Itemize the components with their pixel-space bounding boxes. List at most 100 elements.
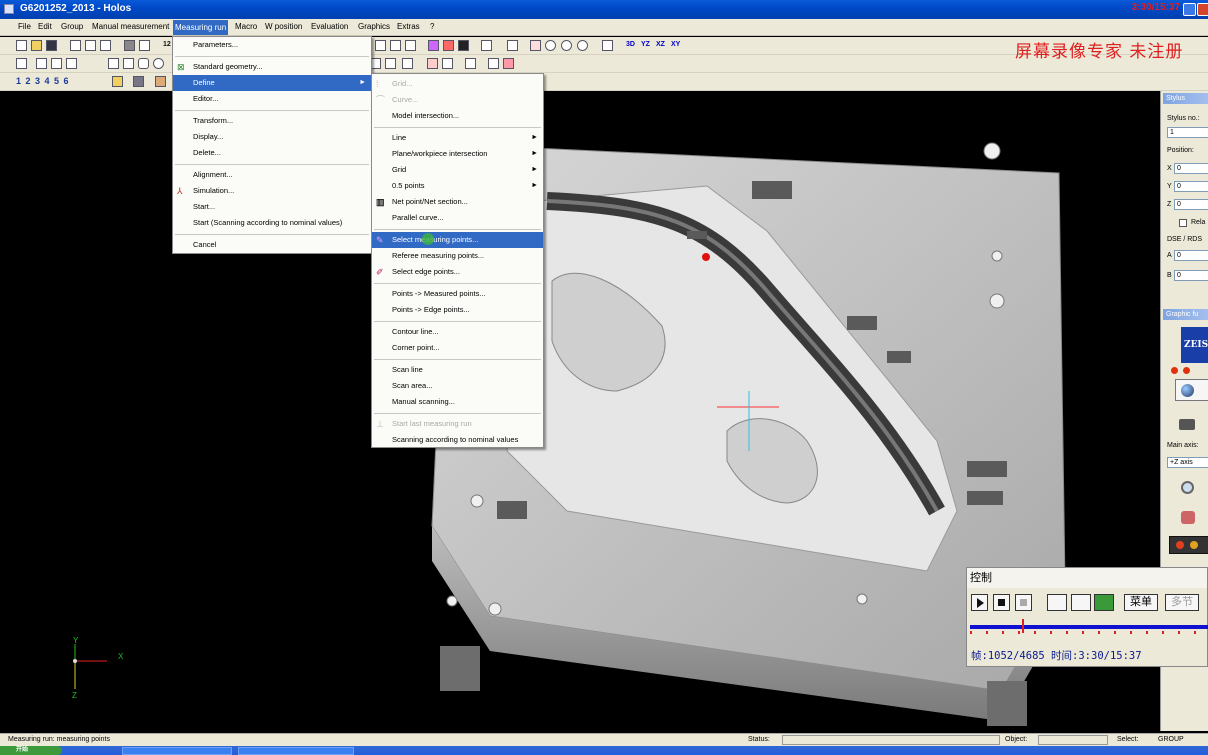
taskbar-item[interactable] <box>238 747 354 755</box>
main-axis-select[interactable]: +Z axis <box>1167 457 1208 468</box>
rectangle-icon[interactable] <box>123 58 134 69</box>
undo-icon[interactable] <box>51 58 62 69</box>
menu-evaluation[interactable]: Evaluation <box>311 22 348 31</box>
view-yz-button[interactable]: YZ <box>641 41 650 48</box>
menu-item-scan-area[interactable]: Scan area... <box>372 378 543 394</box>
z-position-field[interactable]: 0 <box>1174 199 1208 210</box>
menu-manual-measurement[interactable]: Manual measurement <box>92 22 169 31</box>
b-angle-field[interactable]: 0 <box>1174 270 1208 281</box>
camera-icon[interactable] <box>1179 419 1195 430</box>
menu-item-manual-scanning[interactable]: Manual scanning... <box>372 394 543 410</box>
pen-icon[interactable] <box>16 58 27 69</box>
menu-button[interactable]: 菜单 <box>1124 594 1158 611</box>
folder-icon[interactable] <box>112 76 123 87</box>
menu-item-simulation[interactable]: ⅄ Simulation... <box>173 183 371 199</box>
multi-section-button[interactable]: 多节 <box>1165 594 1199 611</box>
menu-item-line[interactable]: Line ► <box>372 130 543 146</box>
menu-item-cancel[interactable]: Cancel <box>173 237 371 253</box>
menu-item-referee-measuring-points[interactable]: Referee measuring points... <box>372 248 543 264</box>
view-3d-button[interactable]: 3D <box>626 41 635 48</box>
axis-up-icon[interactable] <box>530 40 541 51</box>
number-buttons[interactable]: 1 2 3 4 5 6 <box>16 76 70 86</box>
check-icon[interactable] <box>488 58 499 69</box>
video-progress-track[interactable] <box>970 619 1208 634</box>
table-icon[interactable] <box>385 58 396 69</box>
net-points-icon[interactable] <box>458 40 469 51</box>
pointer-icon[interactable] <box>507 40 518 51</box>
menu-item-scanning-nominal[interactable]: Scanning according to nominal values <box>372 432 543 448</box>
grid-tool-icon[interactable] <box>405 40 416 51</box>
monitor-icon[interactable] <box>465 58 476 69</box>
menu-item-start-scanning[interactable]: Start (Scanning according to nominal val… <box>173 215 371 231</box>
menu-extras[interactable]: Extras <box>397 22 420 31</box>
menu-item-points-to-edge[interactable]: Points -> Edge points... <box>372 302 543 318</box>
fullscreen-button[interactable] <box>1071 594 1091 611</box>
menu-item-transform[interactable]: Transform... <box>173 113 371 129</box>
fit-window-button[interactable] <box>1047 594 1067 611</box>
probe-icon[interactable] <box>503 58 514 69</box>
select-points-icon[interactable] <box>428 40 439 51</box>
menu-edit[interactable]: Edit <box>38 22 52 31</box>
menu-file[interactable]: File <box>18 22 31 31</box>
menu-item-alignment[interactable]: Alignment... <box>173 167 371 183</box>
menu-item-select-measuring-points[interactable]: ✎ Select measuring points... <box>372 232 543 248</box>
edge-points-icon[interactable] <box>443 40 454 51</box>
menu-item-corner-point[interactable]: Corner point... <box>372 340 543 356</box>
menu-item-editor[interactable]: Editor... <box>173 91 371 107</box>
print-icon[interactable] <box>124 40 135 51</box>
view-xz-button[interactable]: XZ <box>656 41 665 48</box>
stylus-no-select[interactable]: 1 <box>1167 127 1208 138</box>
copy-icon[interactable] <box>85 40 96 51</box>
save-icon[interactable] <box>46 40 57 51</box>
rotate-view-icon[interactable] <box>1181 511 1195 524</box>
zoom-icon[interactable] <box>1181 481 1194 494</box>
cursor-button[interactable] <box>1094 594 1114 611</box>
menu-item-parameters[interactable]: Parameters... <box>173 37 371 53</box>
menu-measuring-run[interactable]: Measuring run <box>173 20 229 35</box>
menu-group[interactable]: Group <box>61 22 83 31</box>
y-position-field[interactable]: 0 <box>1174 181 1208 192</box>
toggle-view-button[interactable] <box>1169 536 1208 554</box>
line-draw-icon[interactable] <box>108 58 119 69</box>
line-tool-icon[interactable] <box>375 40 386 51</box>
menu-item-grid[interactable]: Grid ► <box>372 162 543 178</box>
xyz-icon[interactable] <box>481 40 492 51</box>
play-button[interactable] <box>971 594 988 611</box>
menu-item-plane-intersection[interactable]: Plane/workpiece intersection ► <box>372 146 543 162</box>
chart-icon[interactable] <box>402 58 413 69</box>
curve-tool-icon[interactable] <box>390 40 401 51</box>
menu-graphics[interactable]: Graphics <box>358 22 390 31</box>
relative-checkbox[interactable] <box>1179 219 1187 227</box>
report-icon[interactable] <box>427 58 438 69</box>
menu-item-model-intersection[interactable]: Model intersection... <box>372 108 543 124</box>
menu-item-standard-geometry[interactable]: ⊠ Standard geometry... <box>173 59 371 75</box>
menu-item-half-points[interactable]: 0.5 points ► <box>372 178 543 194</box>
list-icon[interactable] <box>442 58 453 69</box>
menu-macro[interactable]: Macro <box>235 22 257 31</box>
menu-item-start[interactable]: Start... <box>173 199 371 215</box>
selected-point-marker[interactable] <box>702 253 710 261</box>
start-button[interactable]: 开始 <box>0 746 62 755</box>
disk-icon[interactable] <box>133 76 144 87</box>
new-file-icon[interactable] <box>16 40 27 51</box>
cut-icon[interactable] <box>70 40 81 51</box>
menu-item-parallel-curve[interactable]: Parallel curve... <box>372 210 543 226</box>
target-icon[interactable] <box>577 40 588 51</box>
menu-item-select-edge-points[interactable]: ✐ Select edge points... <box>372 264 543 280</box>
minimize-button[interactable] <box>1183 3 1196 16</box>
tools-icon[interactable] <box>155 76 166 87</box>
stop-button[interactable] <box>993 594 1010 611</box>
view-xy-button[interactable]: XY <box>671 41 680 48</box>
menu-item-contour-line[interactable]: Contour line... <box>372 324 543 340</box>
arrow-select-icon[interactable] <box>36 58 47 69</box>
menu-item-delete[interactable]: Delete... <box>173 145 371 161</box>
menu-item-net-point[interactable]: ▥ Net point/Net section... <box>372 194 543 210</box>
window-icon[interactable] <box>602 40 613 51</box>
open-folder-icon[interactable] <box>31 40 42 51</box>
ellipse-icon[interactable] <box>153 58 164 69</box>
menu-item-define[interactable]: Define ► <box>173 75 371 91</box>
menu-help[interactable]: ? <box>430 22 434 31</box>
a-angle-field[interactable]: 0 <box>1174 250 1208 261</box>
x-position-field[interactable]: 0 <box>1174 163 1208 174</box>
print-preview-icon[interactable] <box>139 40 150 51</box>
